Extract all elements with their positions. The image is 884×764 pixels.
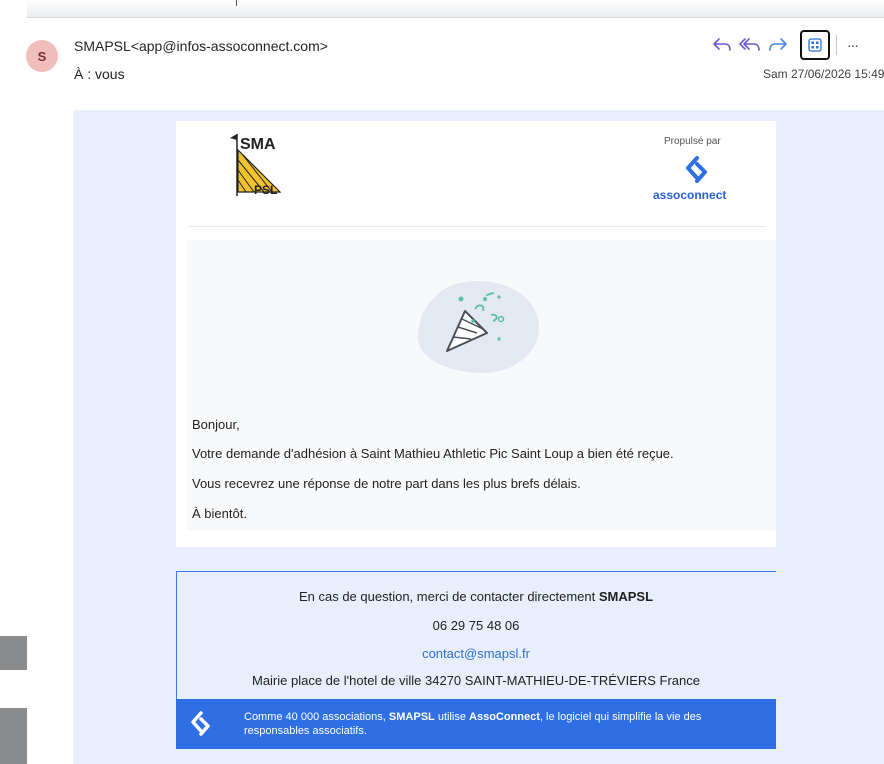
message-actions: ···	[708, 30, 859, 60]
banner-mid: utilise	[437, 711, 466, 723]
contact-org: SMAPSL	[598, 589, 654, 604]
contact-address: Mairie place de l'hotel de ville 34270 S…	[251, 673, 700, 688]
banner-brand: AssoConnect	[469, 711, 540, 723]
contact-phone[interactable]: 06 29 75 48 06	[176, 618, 776, 633]
assoconnect-wordmark[interactable]: assoconnect	[653, 188, 726, 202]
assoconnect-logo-icon[interactable]	[684, 156, 710, 186]
apps-icon[interactable]	[800, 30, 830, 60]
side-thumbnail[interactable]	[0, 636, 27, 670]
top-toolbar-strip	[27, 0, 884, 18]
header-divider	[187, 226, 766, 227]
more-icon[interactable]: ···	[847, 37, 859, 53]
message-line-1: Votre demande d'adhésion à Saint Mathieu…	[192, 446, 674, 461]
reply-icon[interactable]	[708, 32, 736, 58]
sender-avatar: S	[26, 40, 58, 72]
banner-text: Comme 40 000 associations, SMAPSL utilis…	[244, 710, 764, 738]
logo-text-top: SMA	[240, 136, 276, 153]
recipient-line: À : vous	[74, 66, 125, 82]
party-popper-icon	[417, 280, 539, 374]
banner-prefix: Comme 40 000 associations,	[244, 711, 386, 723]
sender-address[interactable]: SMAPSL<app@infos-assoconnect.com>	[74, 38, 328, 54]
smapsl-logo: SMA PSL	[230, 134, 282, 197]
closing: À bientôt.	[192, 506, 247, 521]
contact-line: En cas de question, merci de contacter d…	[176, 589, 776, 604]
logo-text-bottom: PSL	[254, 183, 277, 197]
toolbar-divider	[836, 35, 837, 55]
greeting: Bonjour,	[192, 417, 240, 432]
assoconnect-banner-icon	[191, 711, 210, 736]
banner-org: SMAPSL	[388, 711, 435, 723]
powered-by-label: Propulsé par	[664, 136, 721, 147]
side-thumbnail[interactable]	[0, 708, 27, 764]
contact-email-link[interactable]: contact@smapsl.fr	[176, 646, 776, 661]
forward-icon[interactable]	[764, 32, 792, 58]
message-line-2: Vous recevrez une réponse de notre part …	[192, 476, 581, 491]
received-date: Sam 27/06/2026 15:49	[763, 67, 884, 81]
contact-prefix: En cas de question, merci de contacter d…	[298, 589, 596, 604]
reply-all-icon[interactable]	[736, 32, 764, 58]
